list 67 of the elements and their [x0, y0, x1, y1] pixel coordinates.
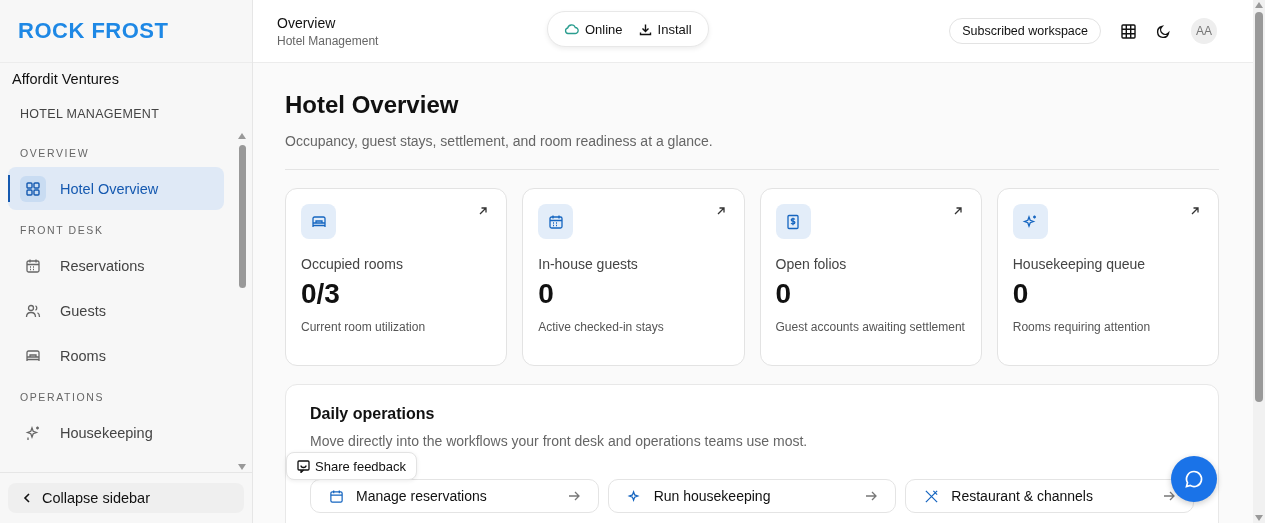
stat-label: Open folios	[775, 256, 848, 272]
stat-value: 0	[1012, 278, 1030, 310]
page-scrollbar[interactable]	[1253, 0, 1265, 523]
calendar-icon	[547, 213, 564, 230]
sparkles-icon	[25, 424, 41, 441]
workflow-link[interactable]: Restaurant & channels	[905, 479, 1194, 513]
stat-card[interactable]: Housekeeping queue 0 Rooms requiring attention	[996, 188, 1219, 366]
stat-card[interactable]: Occupied rooms 0/3 Current room utilization	[285, 188, 508, 366]
page-subtitle: Occupancy, guest stays, settlement, and room readiness at a glance.	[285, 133, 714, 149]
feedback-icon	[297, 459, 310, 473]
download-icon	[638, 22, 652, 36]
section-subtitle: Move directly into the workflows your front desk and operations teams use most.	[310, 433, 809, 449]
workspace-button[interactable]: Subscribed workspace	[949, 18, 1101, 44]
online-status: Online	[564, 21, 623, 37]
cloud-icon	[564, 23, 579, 35]
company-logo: ROCK FROST	[18, 18, 169, 44]
bed-icon	[310, 213, 327, 230]
section-title: Daily operations	[310, 405, 436, 423]
bed-icon	[25, 347, 41, 364]
header-title: Overview	[277, 14, 337, 31]
user-avatar[interactable]: AA	[1191, 18, 1217, 44]
grid-icon	[25, 180, 41, 197]
arrow-up-right-icon[interactable]	[478, 206, 489, 216]
sidebar-item[interactable]: Rooms	[8, 334, 224, 377]
install-button[interactable]: Install	[638, 21, 692, 37]
arrow-up-right-icon[interactable]	[952, 206, 963, 216]
stat-note: Guest accounts awaiting settlement	[775, 319, 966, 336]
header-subtitle: Hotel Management	[277, 33, 380, 48]
sidebar-item[interactable]: Hotel Overview	[8, 167, 224, 210]
share-feedback-button[interactable]: Share feedback	[286, 452, 418, 480]
nav-section-label: OPERATIONS	[19, 390, 106, 405]
workflow-link[interactable]: Manage reservations	[310, 479, 599, 513]
workflow-link[interactable]: Run housekeeping	[607, 479, 897, 513]
sparkles-icon	[1022, 213, 1039, 230]
sidebar-item[interactable]: Housekeeping	[8, 411, 224, 454]
receipt-icon	[785, 213, 801, 230]
arrow-right-icon	[1163, 491, 1175, 501]
arrow-up-right-icon[interactable]	[715, 206, 726, 216]
chat-bubble-icon	[1184, 469, 1204, 489]
organization-name: Affordit Ventures	[11, 70, 120, 87]
nav-section-label: OVERVIEW	[19, 146, 91, 161]
collapse-sidebar-button[interactable]: Collapse sidebar	[8, 483, 244, 513]
stat-note: Rooms requiring attention	[1012, 319, 1152, 336]
stat-card[interactable]: In-house guests 0 Active checked-in stays	[522, 188, 745, 366]
arrow-up-right-icon[interactable]	[1190, 206, 1200, 216]
stat-card[interactable]: Open folios 0 Guest accounts awaiting settlement	[759, 188, 982, 366]
stat-value: 0	[775, 278, 793, 310]
nav-section-label: FRONT DESK	[19, 223, 105, 238]
sidebar-item[interactable]: Reservations	[8, 244, 224, 287]
stat-note: Current room utilization	[301, 319, 427, 336]
stat-value: 0/3	[301, 278, 341, 310]
moon-icon[interactable]	[1156, 23, 1171, 39]
page-title: Hotel Overview	[285, 91, 460, 119]
stat-note: Active checked-in stays	[538, 319, 665, 336]
stat-value: 0	[538, 278, 555, 310]
users-icon	[25, 302, 41, 319]
sidebar-item[interactable]: Guests	[8, 289, 224, 332]
chevron-left-icon	[22, 492, 32, 504]
arrow-right-icon	[567, 491, 580, 501]
stat-label: Occupied rooms	[301, 256, 404, 272]
stat-label: In-house guests	[538, 256, 639, 272]
module-label: HOTEL MANAGEMENT	[19, 106, 161, 121]
grid-icon[interactable]	[1121, 23, 1136, 39]
calendar-icon	[329, 488, 344, 504]
calendar-icon	[25, 257, 41, 274]
stat-label: Housekeeping queue	[1012, 256, 1147, 272]
arrow-right-icon	[865, 491, 878, 501]
